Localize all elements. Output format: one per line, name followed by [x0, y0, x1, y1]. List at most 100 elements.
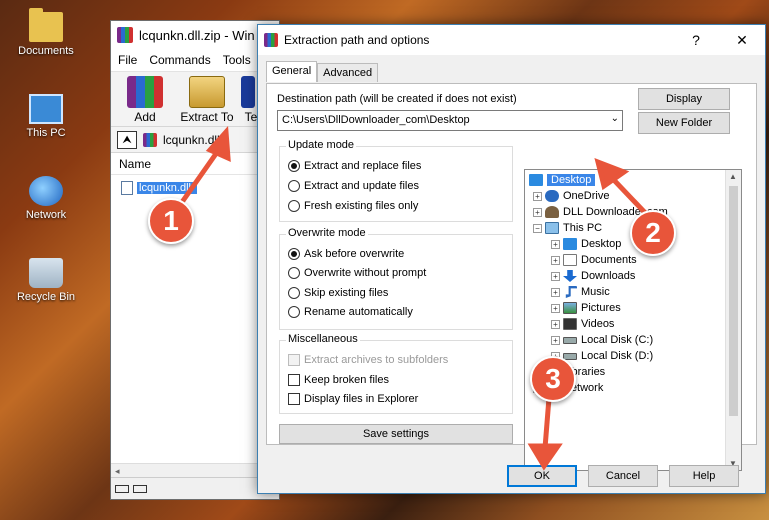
option-label: Display files in Explorer [304, 393, 419, 405]
music-icon [565, 286, 577, 298]
scroll-thumb[interactable] [729, 186, 738, 416]
expand-icon[interactable]: + [533, 207, 542, 217]
update-mode-group: Update mode Extract and replace files Ex… [279, 139, 513, 222]
videos-icon [563, 318, 577, 330]
tree-item-label: Videos [581, 318, 615, 330]
cloud-icon [545, 190, 559, 202]
scroll-up-icon[interactable]: ▲ [729, 172, 737, 181]
tree-item-onedrive[interactable]: + OneDrive [533, 188, 609, 204]
save-settings-button[interactable]: Save settings [279, 424, 513, 444]
option-label: Ask before overwrite [304, 248, 405, 260]
tab-advanced[interactable]: Advanced [317, 63, 379, 82]
radio-icon [288, 306, 300, 318]
collapse-icon[interactable]: − [533, 223, 542, 233]
checkbox-icon [288, 354, 300, 366]
up-folder-button[interactable]: ⮝ [117, 130, 137, 149]
checkbox-icon [288, 393, 300, 405]
tree-item-desktop-root[interactable]: Desktop [529, 172, 596, 188]
miscellaneous-title: Miscellaneous [286, 333, 360, 345]
tree-item-videos[interactable]: + Videos [551, 316, 614, 332]
desktop-icon-network[interactable]: Network [10, 176, 82, 221]
help-icon[interactable]: ? [673, 32, 719, 49]
expand-icon[interactable]: + [551, 335, 560, 345]
close-icon[interactable]: ✕ [719, 32, 765, 49]
option-label: Overwrite without prompt [304, 267, 427, 279]
tree-item-label: Desktop [547, 174, 596, 186]
winrar-icon [117, 27, 133, 43]
extraction-dialog: Extraction path and options ? ✕ General … [257, 24, 766, 494]
help-button[interactable]: Help [669, 465, 739, 487]
destination-path-value: C:\Users\DllDownloader_com\Desktop [282, 114, 470, 126]
status-bar [111, 477, 279, 499]
extract-to-button[interactable]: Extract To [179, 76, 235, 124]
menu-file[interactable]: File [118, 53, 137, 67]
winrar-main-window: lcqunkn.dll.zip - Win File Commands Tool… [110, 20, 280, 500]
desktop-icon-documents[interactable]: Documents [10, 8, 82, 57]
radio-selected-icon [288, 248, 300, 260]
miscellaneous-group: Miscellaneous Extract archives to subfol… [279, 333, 513, 414]
expand-icon[interactable]: + [551, 239, 560, 249]
radio-fresh-existing[interactable]: Fresh existing files only [288, 200, 418, 212]
main-window-titlebar[interactable]: lcqunkn.dll.zip - Win [111, 21, 279, 49]
column-header-name[interactable]: Name [111, 153, 279, 175]
tab-general[interactable]: General [266, 61, 318, 82]
tree-item-label: OneDrive [563, 190, 610, 202]
tree-vertical-scrollbar[interactable]: ▲ ▼ [725, 170, 741, 470]
desktop-icon-recycle-bin[interactable]: Recycle Bin [10, 258, 82, 303]
ok-button[interactable]: OK [507, 465, 577, 487]
radio-extract-update[interactable]: Extract and update files [288, 180, 419, 192]
tree-item-pictures[interactable]: + Pictures [551, 300, 621, 316]
tree-item-label: This PC [563, 222, 603, 234]
horizontal-scrollbar[interactable]: ◂ [111, 463, 279, 477]
dialog-titlebar[interactable]: Extraction path and options ? ✕ [258, 25, 765, 55]
folder-tree[interactable]: Desktop + OneDrive + DLL Downloader.com … [524, 169, 742, 471]
checkbox-icon [288, 374, 300, 386]
key-icon [133, 484, 147, 493]
tree-item-label: Local Disk (C:) [581, 334, 654, 346]
expand-icon[interactable]: + [551, 319, 560, 329]
step-marker-3: 3 [530, 356, 576, 402]
radio-overwrite-without-prompt[interactable]: Overwrite without prompt [288, 267, 426, 279]
option-label: Extract archives to subfolders [304, 354, 449, 366]
dialog-title: Extraction path and options [284, 33, 430, 47]
expand-icon[interactable]: + [551, 287, 560, 297]
tree-item-local-disk-c[interactable]: + Local Disk (C:) [551, 332, 653, 348]
radio-ask-before[interactable]: Ask before overwrite [288, 248, 404, 260]
main-window-title: lcqunkn.dll.zip - Win [139, 27, 255, 43]
add-button[interactable]: Add [117, 76, 173, 124]
archive-path: lcqunkn.dll. [163, 132, 224, 147]
tree-item-desktop[interactable]: + Desktop [551, 236, 621, 252]
new-folder-button[interactable]: New Folder [638, 112, 730, 134]
downloads-icon [563, 270, 577, 282]
expand-icon[interactable]: + [533, 191, 542, 201]
desktop-icon-label: Recycle Bin [16, 291, 76, 303]
display-button[interactable]: Display [638, 88, 730, 110]
overwrite-mode-group: Overwrite mode Ask before overwrite Over… [279, 227, 513, 330]
menu-commands[interactable]: Commands [149, 53, 210, 67]
expand-icon[interactable]: + [551, 303, 560, 313]
radio-icon [288, 200, 300, 212]
tree-item-downloads[interactable]: + Downloads [551, 268, 635, 284]
tree-item-label: Desktop [581, 238, 622, 250]
chevron-down-icon[interactable]: ⌄ [611, 113, 619, 124]
file-row[interactable]: lcqunkn.dll [121, 179, 279, 197]
tree-item-documents[interactable]: + Documents [551, 252, 637, 268]
menu-tools[interactable]: Tools [223, 53, 251, 67]
expand-icon[interactable]: + [551, 255, 560, 265]
radio-rename-automatically[interactable]: Rename automatically [288, 306, 413, 318]
expand-icon[interactable]: + [551, 271, 560, 281]
checkbox-display-in-explorer[interactable]: Display files in Explorer [288, 393, 418, 405]
radio-skip-existing[interactable]: Skip existing files [288, 287, 388, 299]
tree-item-this-pc[interactable]: − This PC [533, 220, 602, 236]
path-bar: ⮝ lcqunkn.dll. [111, 127, 279, 153]
destination-path-input[interactable]: C:\Users\DllDownloader_com\Desktop ⌄ [277, 110, 623, 131]
general-panel: Destination path (will be created if doe… [266, 83, 757, 471]
dll-file-icon [121, 181, 133, 195]
radio-extract-replace[interactable]: Extract and replace files [288, 160, 421, 172]
checkbox-keep-broken[interactable]: Keep broken files [288, 374, 389, 386]
computer-icon [29, 94, 63, 124]
cancel-button[interactable]: Cancel [588, 465, 658, 487]
extract-icon [189, 76, 225, 108]
desktop-icon-this-pc[interactable]: This PC [10, 94, 82, 139]
tree-item-music[interactable]: + Music [551, 284, 610, 300]
